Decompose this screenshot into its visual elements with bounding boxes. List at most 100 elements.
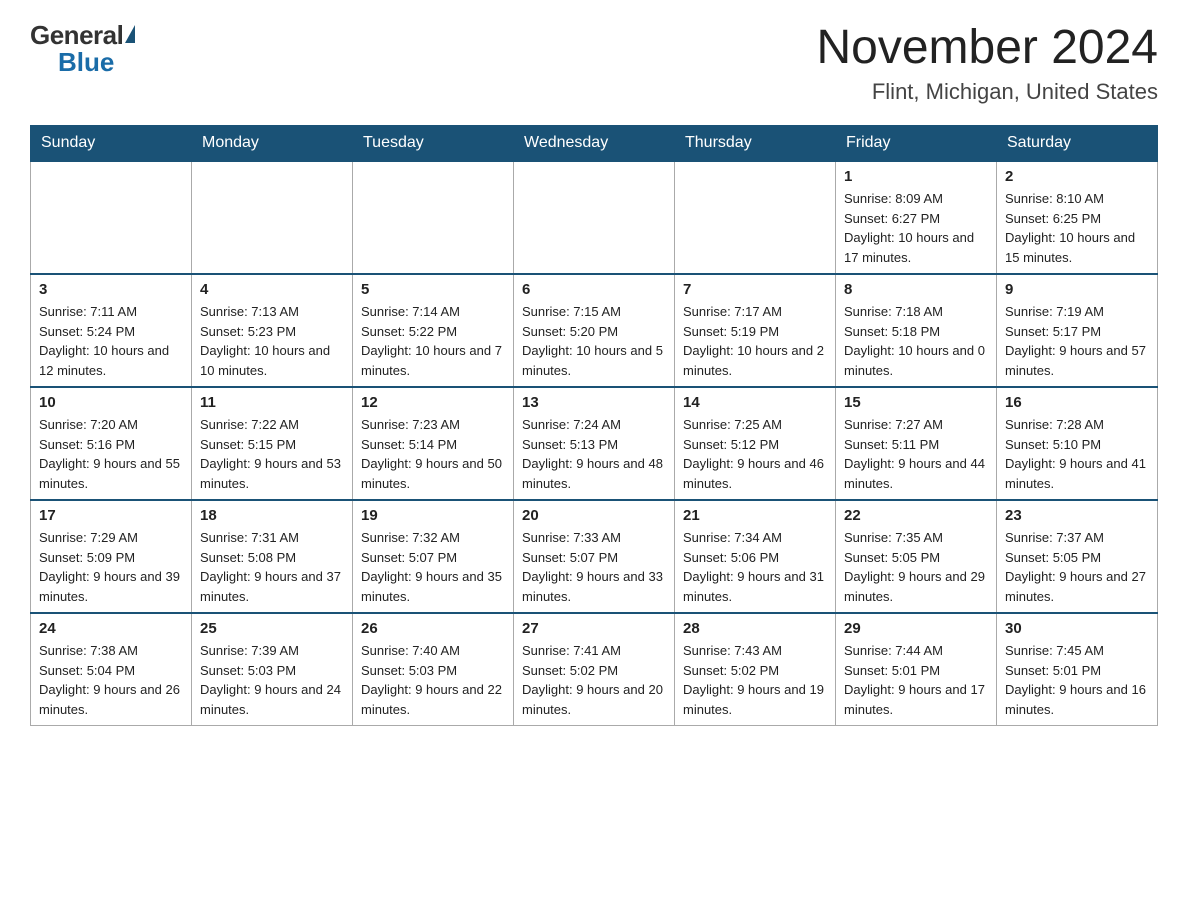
calendar-cell: 7 Sunrise: 7:17 AM Sunset: 5:19 PM Daylig… (675, 274, 836, 387)
day-number: 20 (522, 507, 666, 524)
day-info: Sunrise: 7:11 AM Sunset: 5:24 PM Dayligh… (39, 302, 183, 380)
calendar-cell: 30 Sunrise: 7:45 AM Sunset: 5:01 PM Dayli… (997, 613, 1158, 726)
day-info: Sunrise: 7:17 AM Sunset: 5:19 PM Dayligh… (683, 302, 827, 380)
calendar-cell: 15 Sunrise: 7:27 AM Sunset: 5:11 PM Dayli… (836, 387, 997, 500)
location-text: Flint, Michigan, United States (816, 79, 1158, 105)
day-info: Sunrise: 7:39 AM Sunset: 5:03 PM Dayligh… (200, 641, 344, 719)
day-info: Sunrise: 7:13 AM Sunset: 5:23 PM Dayligh… (200, 302, 344, 380)
day-number: 3 (39, 281, 183, 298)
logo-triangle-icon (125, 25, 135, 43)
calendar-cell: 19 Sunrise: 7:32 AM Sunset: 5:07 PM Dayli… (353, 500, 514, 613)
day-number: 19 (361, 507, 505, 524)
day-of-week-header: Tuesday (353, 126, 514, 162)
calendar-cell: 18 Sunrise: 7:31 AM Sunset: 5:08 PM Dayli… (192, 500, 353, 613)
day-info: Sunrise: 7:38 AM Sunset: 5:04 PM Dayligh… (39, 641, 183, 719)
logo-blue-text: Blue (58, 47, 114, 78)
day-number: 27 (522, 620, 666, 637)
calendar-cell: 8 Sunrise: 7:18 AM Sunset: 5:18 PM Daylig… (836, 274, 997, 387)
day-number: 9 (1005, 281, 1149, 298)
calendar-cell: 28 Sunrise: 7:43 AM Sunset: 5:02 PM Dayli… (675, 613, 836, 726)
calendar-cell: 9Sunrise: 7:19 AM Sunset: 5:17 PM Daylig… (997, 274, 1158, 387)
day-info: Sunrise: 7:37 AM Sunset: 5:05 PM Dayligh… (1005, 528, 1149, 606)
day-info: Sunrise: 7:23 AM Sunset: 5:14 PM Dayligh… (361, 415, 505, 493)
logo: General Blue (30, 20, 135, 78)
day-number: 15 (844, 394, 988, 411)
day-info: Sunrise: 7:27 AM Sunset: 5:11 PM Dayligh… (844, 415, 988, 493)
day-number: 12 (361, 394, 505, 411)
calendar-cell (675, 161, 836, 274)
calendar-cell: 22 Sunrise: 7:35 AM Sunset: 5:05 PM Dayli… (836, 500, 997, 613)
day-number: 22 (844, 507, 988, 524)
day-info: Sunrise: 7:28 AM Sunset: 5:10 PM Dayligh… (1005, 415, 1149, 493)
day-of-week-header: Sunday (31, 126, 192, 162)
calendar-cell: 14Sunrise: 7:25 AM Sunset: 5:12 PM Dayli… (675, 387, 836, 500)
day-number: 21 (683, 507, 827, 524)
calendar-cell: 24 Sunrise: 7:38 AM Sunset: 5:04 PM Dayli… (31, 613, 192, 726)
day-number: 16 (1005, 394, 1149, 411)
day-info: Sunrise: 7:45 AM Sunset: 5:01 PM Dayligh… (1005, 641, 1149, 719)
calendar-cell: 29Sunrise: 7:44 AM Sunset: 5:01 PM Dayli… (836, 613, 997, 726)
calendar-cell: 21 Sunrise: 7:34 AM Sunset: 5:06 PM Dayli… (675, 500, 836, 613)
day-of-week-header: Friday (836, 126, 997, 162)
calendar-cell: 1 Sunrise: 8:09 AM Sunset: 6:27 PM Daylig… (836, 161, 997, 274)
calendar-cell: 2Sunrise: 8:10 AM Sunset: 6:25 PM Daylig… (997, 161, 1158, 274)
day-info: Sunrise: 7:20 AM Sunset: 5:16 PM Dayligh… (39, 415, 183, 493)
day-number: 7 (683, 281, 827, 298)
day-info: Sunrise: 7:14 AM Sunset: 5:22 PM Dayligh… (361, 302, 505, 380)
calendar-cell: 13 Sunrise: 7:24 AM Sunset: 5:13 PM Dayli… (514, 387, 675, 500)
day-number: 23 (1005, 507, 1149, 524)
day-info: Sunrise: 7:15 AM Sunset: 5:20 PM Dayligh… (522, 302, 666, 380)
day-number: 1 (844, 168, 988, 185)
week-row: 17Sunrise: 7:29 AM Sunset: 5:09 PM Dayli… (31, 500, 1158, 613)
calendar-cell: 25 Sunrise: 7:39 AM Sunset: 5:03 PM Dayli… (192, 613, 353, 726)
day-number: 29 (844, 620, 988, 637)
day-number: 25 (200, 620, 344, 637)
calendar-cell (353, 161, 514, 274)
day-info: Sunrise: 7:18 AM Sunset: 5:18 PM Dayligh… (844, 302, 988, 380)
calendar-cell: 3 Sunrise: 7:11 AM Sunset: 5:24 PM Daylig… (31, 274, 192, 387)
calendar-cell: 6 Sunrise: 7:15 AM Sunset: 5:20 PM Daylig… (514, 274, 675, 387)
day-number: 18 (200, 507, 344, 524)
day-number: 24 (39, 620, 183, 637)
calendar-cell: 4 Sunrise: 7:13 AM Sunset: 5:23 PM Daylig… (192, 274, 353, 387)
calendar-cell: 11Sunrise: 7:22 AM Sunset: 5:15 PM Dayli… (192, 387, 353, 500)
day-info: Sunrise: 7:24 AM Sunset: 5:13 PM Dayligh… (522, 415, 666, 493)
day-number: 13 (522, 394, 666, 411)
day-number: 30 (1005, 620, 1149, 637)
month-title: November 2024 (816, 20, 1158, 75)
day-info: Sunrise: 7:43 AM Sunset: 5:02 PM Dayligh… (683, 641, 827, 719)
calendar-cell (514, 161, 675, 274)
day-info: Sunrise: 8:09 AM Sunset: 6:27 PM Dayligh… (844, 189, 988, 267)
calendar-header-row: SundayMondayTuesdayWednesdayThursdayFrid… (31, 126, 1158, 162)
day-info: Sunrise: 7:35 AM Sunset: 5:05 PM Dayligh… (844, 528, 988, 606)
calendar-cell: 5 Sunrise: 7:14 AM Sunset: 5:22 PM Daylig… (353, 274, 514, 387)
day-number: 5 (361, 281, 505, 298)
day-number: 2 (1005, 168, 1149, 185)
calendar-cell: 12 Sunrise: 7:23 AM Sunset: 5:14 PM Dayli… (353, 387, 514, 500)
calendar-cell: 26Sunrise: 7:40 AM Sunset: 5:03 PM Dayli… (353, 613, 514, 726)
title-section: November 2024 Flint, Michigan, United St… (816, 20, 1158, 105)
calendar-cell: 27Sunrise: 7:41 AM Sunset: 5:02 PM Dayli… (514, 613, 675, 726)
week-row: 24 Sunrise: 7:38 AM Sunset: 5:04 PM Dayli… (31, 613, 1158, 726)
day-info: Sunrise: 7:25 AM Sunset: 5:12 PM Dayligh… (683, 415, 827, 493)
day-info: Sunrise: 7:32 AM Sunset: 5:07 PM Dayligh… (361, 528, 505, 606)
day-number: 28 (683, 620, 827, 637)
week-row: 10 Sunrise: 7:20 AM Sunset: 5:16 PM Dayli… (31, 387, 1158, 500)
day-of-week-header: Saturday (997, 126, 1158, 162)
day-info: Sunrise: 7:33 AM Sunset: 5:07 PM Dayligh… (522, 528, 666, 606)
day-info: Sunrise: 7:22 AM Sunset: 5:15 PM Dayligh… (200, 415, 344, 493)
day-info: Sunrise: 7:34 AM Sunset: 5:06 PM Dayligh… (683, 528, 827, 606)
day-number: 4 (200, 281, 344, 298)
day-number: 10 (39, 394, 183, 411)
day-of-week-header: Wednesday (514, 126, 675, 162)
calendar-table: SundayMondayTuesdayWednesdayThursdayFrid… (30, 125, 1158, 726)
day-info: Sunrise: 7:29 AM Sunset: 5:09 PM Dayligh… (39, 528, 183, 606)
week-row: 1 Sunrise: 8:09 AM Sunset: 6:27 PM Daylig… (31, 161, 1158, 274)
day-info: Sunrise: 7:40 AM Sunset: 5:03 PM Dayligh… (361, 641, 505, 719)
page-header: General Blue November 2024 Flint, Michig… (30, 20, 1158, 105)
day-number: 8 (844, 281, 988, 298)
day-number: 6 (522, 281, 666, 298)
week-row: 3 Sunrise: 7:11 AM Sunset: 5:24 PM Daylig… (31, 274, 1158, 387)
day-info: Sunrise: 7:31 AM Sunset: 5:08 PM Dayligh… (200, 528, 344, 606)
calendar-cell: 17Sunrise: 7:29 AM Sunset: 5:09 PM Dayli… (31, 500, 192, 613)
